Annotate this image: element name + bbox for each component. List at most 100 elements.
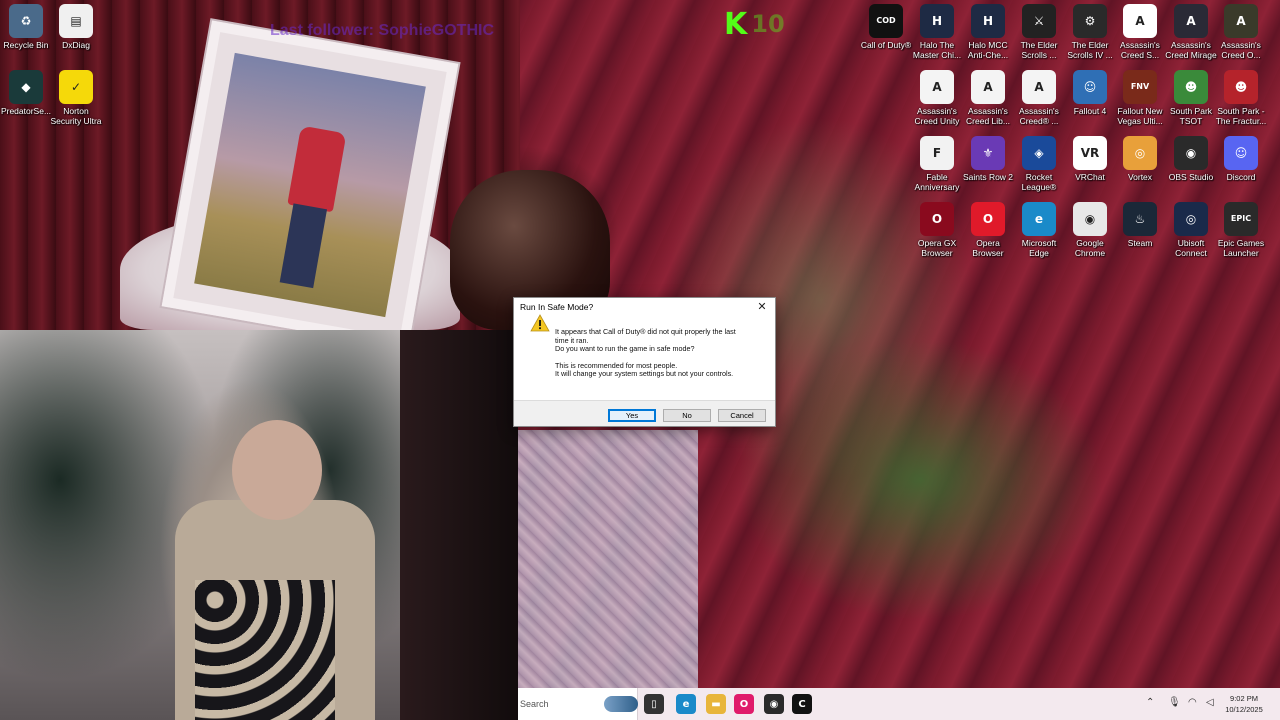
desktop-icon[interactable]: ▤ DxDiag — [50, 4, 102, 50]
desktop-icon[interactable]: ◉ Google Chrome — [1064, 202, 1116, 258]
vortex-icon: ◎ — [1123, 136, 1157, 170]
assassins-creed-3-icon: A — [1022, 70, 1056, 104]
assassins-creed-origins-icon: A — [1224, 4, 1258, 38]
taskbar-date: 10/12/2025 — [1225, 705, 1263, 714]
google-chrome-icon: ◉ — [1073, 202, 1107, 236]
webcam-person-head — [232, 420, 322, 520]
desktop-icon[interactable]: ☺ Discord — [1215, 136, 1267, 182]
desktop-icon[interactable]: ◆ PredatorSe... — [0, 70, 52, 116]
ubisoft-connect-icon: ◎ — [1174, 202, 1208, 236]
desktop-icon[interactable]: FNV Fallout New Vegas Ulti... — [1114, 70, 1166, 126]
assassins-creed-mirage-icon: A — [1174, 4, 1208, 38]
desktop-icon[interactable]: O Opera Browser — [962, 202, 1014, 258]
desktop-icon-label: Halo MCC Anti-Che... — [967, 40, 1009, 60]
predator-sense-icon: ◆ — [9, 70, 43, 104]
desktop-icon-label: Microsoft Edge — [1021, 238, 1057, 258]
no-button[interactable]: No — [663, 409, 711, 422]
desktop-icon[interactable]: ♨ Steam — [1114, 202, 1166, 248]
call-of-duty-icon[interactable]: C — [792, 694, 812, 714]
south-park-tsot-icon: ☻ — [1174, 70, 1208, 104]
rocket-league-icon: ◈ — [1022, 136, 1056, 170]
fallout-new-vegas-icon: FNV — [1123, 70, 1157, 104]
desktop-icon[interactable]: ⚙ The Elder Scrolls IV ... — [1064, 4, 1116, 60]
document-icon: ▤ — [59, 4, 93, 38]
opera-icon: O — [971, 202, 1005, 236]
wallpaper-lace-cloth — [518, 430, 698, 688]
desktop-icon-label: Assassin's Creed S... — [1120, 40, 1160, 60]
dialog-title: Run In Safe Mode? — [520, 302, 594, 312]
assassins-creed-icon: A — [1123, 4, 1157, 38]
call-of-duty-icon: COD — [869, 4, 903, 38]
desktop-icon[interactable]: F Fable Anniversary — [911, 136, 963, 192]
desktop-icon[interactable]: ☺ Fallout 4 — [1064, 70, 1116, 116]
desktop-icon[interactable]: A Assassin's Creed S... — [1114, 4, 1166, 60]
desktop-icon[interactable]: O Opera GX Browser — [911, 202, 963, 258]
halo-anticheat-icon: H — [971, 4, 1005, 38]
dialog-titlebar: Run In Safe Mode? ✕ — [514, 298, 775, 316]
desktop-icon[interactable]: H Halo MCC Anti-Che... — [962, 4, 1014, 60]
desktop-icon[interactable]: COD Call of Duty® — [860, 4, 912, 50]
opera-icon[interactable]: O — [734, 694, 754, 714]
desktop-icon-label: South Park - The Fractur... — [1215, 106, 1267, 126]
desktop-icon-label: Saints Row 2 — [962, 172, 1014, 182]
saints-row-icon: ⚜ — [971, 136, 1005, 170]
desktop-icon[interactable]: ◎ Vortex — [1114, 136, 1166, 182]
desktop-icon-label: Fallout 4 — [1073, 106, 1107, 116]
desktop-icon[interactable]: A Assassin's Creed® ... — [1013, 70, 1065, 126]
desktop-icon-label: Opera GX Browser — [917, 238, 957, 258]
microsoft-edge-icon: e — [1022, 202, 1056, 236]
desktop-icon[interactable]: A Assassin's Creed Lib... — [962, 70, 1014, 126]
microphone-icon[interactable]: 🎙 — [1168, 697, 1181, 708]
desktop-icon[interactable]: ⚜ Saints Row 2 — [962, 136, 1014, 182]
taskbar-time: 9:02 PM — [1230, 694, 1258, 703]
recycle-bin-icon: ♻ — [9, 4, 43, 38]
steam-icon: ♨ — [1123, 202, 1157, 236]
file-explorer-icon[interactable]: ▬ — [706, 694, 726, 714]
desktop-icon-label: Discord — [1226, 172, 1256, 182]
desktop-icon[interactable]: ☻ South Park - The Fractur... — [1215, 70, 1267, 126]
dialog-close-button[interactable]: ✕ — [755, 300, 769, 314]
obs-studio-icon[interactable]: ◉ — [764, 694, 784, 714]
desktop-icon[interactable]: H Halo The Master Chi... — [911, 4, 963, 60]
wallpaper-photo-frame — [161, 20, 459, 350]
desktop-icon[interactable]: ♻ Recycle Bin — [0, 4, 52, 50]
elder-scrolls-oblivion-icon: ⚙ — [1073, 4, 1107, 38]
cancel-button[interactable]: Cancel — [718, 409, 766, 422]
taskbar: Search ▯ e ▬ O ◉ C ⌃ 🎙 ◠ ◁ 9:02 PM 10/12/2025 — [518, 688, 1280, 720]
desktop-icon[interactable]: A Assassin's Creed O... — [1215, 4, 1267, 60]
desktop-icon[interactable]: A Assassin's Creed Unity — [911, 70, 963, 126]
opera-gx-icon: O — [920, 202, 954, 236]
desktop-icon-label: Halo The Master Chi... — [912, 40, 962, 60]
safe-mode-dialog: Run In Safe Mode? ✕ It appears that Call… — [513, 297, 776, 427]
dialog-message: It appears that Call of Duty® did not qu… — [514, 316, 775, 401]
desktop-icon[interactable]: ⚔ The Elder Scrolls ... — [1013, 4, 1065, 60]
desktop-icon[interactable]: ◈ Rocket League® — [1013, 136, 1065, 192]
taskbar-clock[interactable]: 9:02 PM 10/12/2025 — [1220, 693, 1268, 715]
taskbar-search-box[interactable]: Search — [518, 688, 638, 720]
dialog-button-bar: Yes No Cancel — [514, 400, 775, 426]
photo-figure-shirt — [287, 125, 347, 213]
microsoft-edge-icon[interactable]: e — [676, 694, 696, 714]
speaker-icon[interactable]: ◁ — [1206, 697, 1214, 708]
assassins-creed-unity-icon: A — [920, 70, 954, 104]
desktop-icon[interactable]: ◉ OBS Studio — [1165, 136, 1217, 182]
desktop-icon[interactable]: A Assassin's Creed Mirage — [1165, 4, 1217, 60]
desktop-icon-label: Fable Anniversary — [914, 172, 960, 192]
desktop-icon[interactable]: ✓ Norton Security Ultra — [50, 70, 102, 126]
desktop-icon[interactable]: ☻ South Park TSOT — [1165, 70, 1217, 126]
show-hidden-icons-icon[interactable]: ⌃ — [1146, 697, 1154, 708]
desktop-icon[interactable]: ◎ Ubisoft Connect — [1165, 202, 1217, 258]
desktop-icon[interactable]: e Microsoft Edge — [1013, 202, 1065, 258]
desktop-icon-label: Opera Browser — [972, 238, 1004, 258]
wifi-icon[interactable]: ◠ — [1188, 697, 1197, 708]
yes-button[interactable]: Yes — [608, 409, 656, 422]
webcam-doorway — [400, 330, 518, 720]
task-view-icon[interactable]: ▯ — [644, 694, 664, 714]
desktop-icon-label: PredatorSe... — [0, 106, 52, 116]
obs-studio-icon: ◉ — [1174, 136, 1208, 170]
kick-letter: K — [724, 6, 748, 42]
photo-figure-legs — [279, 203, 328, 289]
desktop-icon-label: Recycle Bin — [3, 40, 49, 50]
desktop-icon[interactable]: VR VRChat — [1064, 136, 1116, 182]
desktop-icon[interactable]: EPIC Epic Games Launcher — [1215, 202, 1267, 258]
